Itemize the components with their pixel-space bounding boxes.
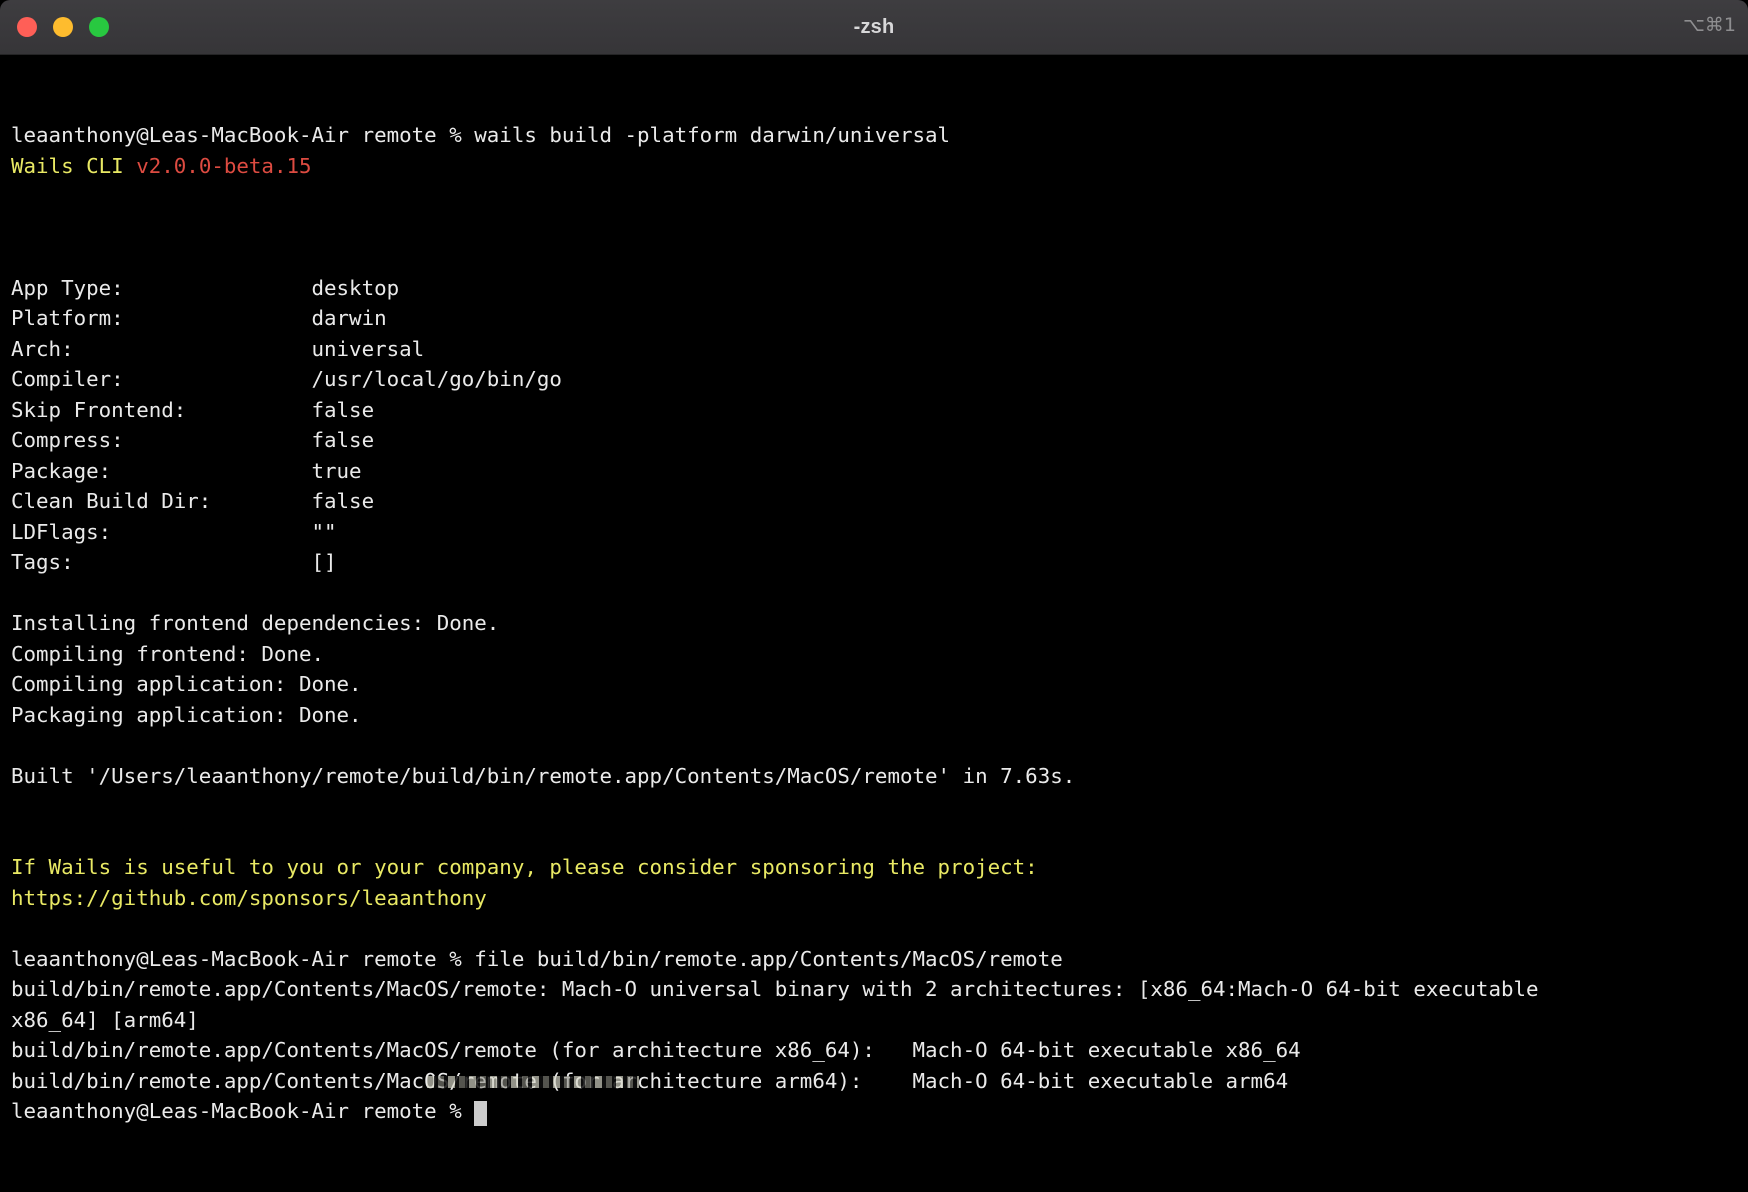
terminal-line: Arch: universal bbox=[11, 334, 1737, 365]
terminal-text-segment: LDFlags: "" bbox=[11, 520, 337, 544]
terminal-line: Package: true bbox=[11, 456, 1737, 487]
terminal-line: x86_64] [arm64] bbox=[11, 1005, 1737, 1036]
terminal-line: Tags: [] bbox=[11, 547, 1737, 578]
terminal-text-segment: App Type: desktop bbox=[11, 276, 399, 300]
terminal-text-segment: x86_64] [arm64] bbox=[11, 1008, 199, 1032]
terminal-line bbox=[11, 181, 1737, 212]
terminal-text-segment: Arch: universal bbox=[11, 337, 424, 361]
terminal-line: Compiling application: Done. bbox=[11, 669, 1737, 700]
terminal-line bbox=[11, 791, 1737, 822]
terminal-line: Packaging application: Done. bbox=[11, 700, 1737, 731]
terminal-text-segment: Compress: false bbox=[11, 428, 374, 452]
keyboard-shortcut-hint: ⌥⌘1 bbox=[1683, 14, 1736, 36]
terminal-text-segment: Installing frontend dependencies: Done. bbox=[11, 611, 499, 635]
terminal-text-segment: Tags: [] bbox=[11, 550, 337, 574]
terminal-text-segment: leaanthony@Leas-MacBook-Air remote % wai… bbox=[11, 123, 950, 147]
terminal-screen[interactable]: leaanthony@Leas-MacBook-Air remote % wai… bbox=[0, 55, 1748, 1188]
terminal-line bbox=[11, 578, 1737, 609]
terminal-line bbox=[11, 913, 1737, 944]
terminal-line: If Wails is useful to you or your compan… bbox=[11, 852, 1737, 883]
terminal-text-segment: leaanthony@Leas-MacBook-Air remote % bbox=[11, 1099, 474, 1123]
terminal-line: build/bin/remote.app/Contents/MacOS/remo… bbox=[11, 1035, 1737, 1066]
terminal-line: https://github.com/sponsors/leaanthony bbox=[11, 883, 1737, 914]
terminal-line: Installing frontend dependencies: Done. bbox=[11, 608, 1737, 639]
terminal-line: leaanthony@Leas-MacBook-Air remote % fil… bbox=[11, 944, 1737, 975]
terminal-line: leaanthony@Leas-MacBook-Air remote % bbox=[11, 1096, 1737, 1127]
close-button[interactable] bbox=[17, 17, 37, 37]
terminal-text-segment: leaanthony@Leas-MacBook-Air remote % fil… bbox=[11, 947, 1063, 971]
minimize-button[interactable] bbox=[53, 17, 73, 37]
terminal-line bbox=[11, 212, 1737, 243]
terminal-line: Wails CLI v2.0.0-beta.15 bbox=[11, 151, 1737, 182]
zoom-button[interactable] bbox=[89, 17, 109, 37]
traffic-lights bbox=[17, 17, 109, 37]
terminal-text-segment: Built '/Users/leaanthony/remote/build/bi… bbox=[11, 764, 1075, 788]
terminal-line: Built '/Users/leaanthony/remote/build/bi… bbox=[11, 761, 1737, 792]
terminal-text-segment: If Wails is useful to you or your compan… bbox=[11, 855, 1038, 879]
window-title: -zsh bbox=[854, 16, 895, 39]
terminal-text-segment: Compiling frontend: Done. bbox=[11, 642, 324, 666]
terminal-line: Compiling frontend: Done. bbox=[11, 639, 1737, 670]
terminal-line bbox=[11, 242, 1737, 273]
terminal-line: Platform: darwin bbox=[11, 303, 1737, 334]
terminal-text-segment: v2.0.0-beta.15 bbox=[136, 154, 311, 178]
terminal-text-segment: Platform: darwin bbox=[11, 306, 387, 330]
terminal-line: build/bin/remote.app/Contents/MacOS/remo… bbox=[11, 1066, 1737, 1097]
terminal-text-segment: Clean Build Dir: false bbox=[11, 489, 374, 513]
terminal-line bbox=[11, 730, 1737, 761]
terminal-line: Skip Frontend: false bbox=[11, 395, 1737, 426]
terminal-text-segment: Package: true bbox=[11, 459, 362, 483]
terminal-text-segment: Compiling application: Done. bbox=[11, 672, 362, 696]
terminal-cursor bbox=[474, 1101, 487, 1126]
terminal-line bbox=[11, 822, 1737, 853]
terminal-line: Compress: false bbox=[11, 425, 1737, 456]
terminal-text-segment: https://github.com/sponsors/leaanthony bbox=[11, 886, 487, 910]
terminal-line: build/bin/remote.app/Contents/MacOS/remo… bbox=[11, 974, 1737, 1005]
window-titlebar[interactable]: -zsh ⌥⌘1 bbox=[0, 0, 1748, 55]
terminal-window: -zsh ⌥⌘1 leaanthony@Leas-MacBook-Air rem… bbox=[0, 0, 1748, 1192]
terminal-text-segment: build/bin/remote.app/Contents/MacOS/remo… bbox=[11, 1038, 1301, 1062]
terminal-text-segment: Wails CLI bbox=[11, 154, 136, 178]
terminal-text-segment: Compiler: /usr/local/go/bin/go bbox=[11, 367, 562, 391]
terminal-text-segment: build/bin/remote.app/Contents/MacOS/remo… bbox=[11, 977, 1539, 1001]
terminal-text-segment: Packaging application: Done. bbox=[11, 703, 362, 727]
terminal-lines: leaanthony@Leas-MacBook-Air remote % wai… bbox=[11, 120, 1737, 1127]
terminal-line: App Type: desktop bbox=[11, 273, 1737, 304]
terminal-line: Clean Build Dir: false bbox=[11, 486, 1737, 517]
terminal-text-segment: build/bin/remote.app/Contents/MacOS/remo… bbox=[11, 1069, 1288, 1093]
terminal-line: Compiler: /usr/local/go/bin/go bbox=[11, 364, 1737, 395]
terminal-text-segment: Skip Frontend: false bbox=[11, 398, 374, 422]
terminal-line: LDFlags: "" bbox=[11, 517, 1737, 548]
clipped-text-artifact bbox=[427, 1076, 639, 1088]
terminal-line: leaanthony@Leas-MacBook-Air remote % wai… bbox=[11, 120, 1737, 151]
